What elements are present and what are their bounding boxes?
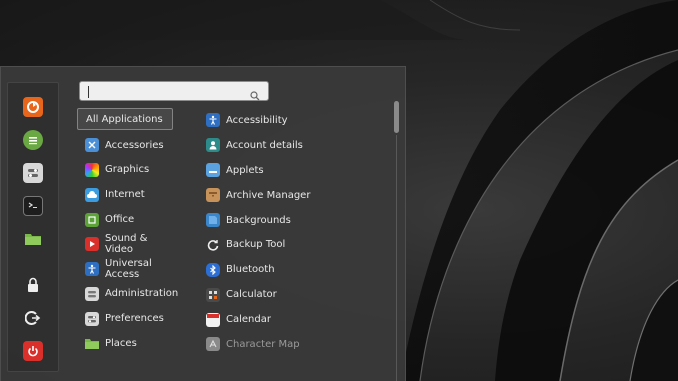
category-label: Universal Access — [105, 258, 152, 281]
sound-video-icon — [85, 237, 99, 252]
category-places[interactable]: Places — [77, 331, 177, 356]
app-label: Accessibility — [226, 114, 288, 126]
app-backup-tool[interactable]: Backup Tool — [203, 232, 393, 257]
folder-icon — [25, 234, 41, 245]
applets-icon — [206, 163, 220, 178]
search-icon — [250, 86, 260, 105]
app-accessibility[interactable]: Accessibility — [203, 108, 393, 133]
favorite-logout[interactable] — [23, 308, 43, 328]
favorite-shutdown[interactable] — [23, 341, 43, 361]
search-input[interactable] — [79, 81, 269, 101]
favorite-settings[interactable] — [23, 163, 43, 183]
category-graphics[interactable]: Graphics — [77, 158, 177, 183]
app-bluetooth[interactable]: Bluetooth — [203, 257, 393, 282]
category-administration[interactable]: Administration — [77, 282, 179, 307]
graphics-icon — [85, 162, 99, 177]
lock-icon — [28, 277, 38, 292]
preferences-icon — [85, 311, 99, 326]
office-icon — [85, 212, 99, 227]
calculator-icon — [206, 287, 220, 302]
app-label: Backgrounds — [226, 214, 291, 226]
administration-icon — [85, 286, 99, 301]
category-label: Internet — [105, 189, 145, 201]
category-label: Office — [105, 214, 135, 226]
power-icon — [28, 346, 38, 357]
category-label: All Applications — [86, 113, 163, 125]
logout-icon — [25, 311, 41, 325]
places-folder-icon — [85, 337, 99, 351]
application-list: Accessibility Account details Applets Ar… — [203, 108, 393, 357]
app-applets[interactable]: Applets — [203, 158, 393, 183]
app-backgrounds[interactable]: Backgrounds — [203, 208, 393, 233]
internet-icon — [85, 187, 99, 202]
category-sound-video[interactable]: Sound & Video — [77, 232, 177, 257]
app-label: Bluetooth — [226, 264, 275, 276]
app-label: Backup Tool — [226, 239, 286, 251]
category-label: Places — [105, 338, 137, 350]
favorite-lock-screen[interactable] — [23, 275, 43, 295]
universal-access-icon — [85, 262, 99, 277]
application-list-scrollbar[interactable] — [394, 101, 399, 381]
calendar-icon — [206, 312, 220, 327]
category-accessories[interactable]: Accessories — [77, 133, 177, 158]
category-universal-access[interactable]: Universal Access — [77, 257, 177, 282]
app-label: Calculator — [226, 289, 277, 301]
app-calculator[interactable]: Calculator — [203, 282, 393, 307]
app-label: Calendar — [226, 314, 271, 326]
accessibility-icon — [206, 113, 220, 128]
category-office[interactable]: Office — [77, 207, 177, 232]
app-label: Applets — [226, 164, 264, 176]
favorite-terminal[interactable] — [23, 196, 43, 216]
category-label: Administration — [105, 288, 179, 300]
category-list: All Applications Accessories Graphics In… — [77, 108, 179, 356]
app-label: Archive Manager — [226, 189, 311, 201]
software-manager-icon — [29, 137, 37, 145]
character-map-icon — [206, 337, 220, 352]
favorite-firefox[interactable] — [23, 97, 43, 117]
category-label: Sound & Video — [105, 233, 148, 256]
toggle-settings-icon — [28, 169, 38, 177]
app-calendar[interactable]: Calendar — [203, 307, 393, 332]
category-label: Accessories — [105, 139, 164, 151]
favorite-software-manager[interactable] — [23, 130, 43, 150]
accessories-icon — [85, 138, 99, 153]
scrollbar-track — [396, 135, 397, 381]
app-label: Account details — [226, 139, 303, 151]
category-label: Graphics — [105, 164, 150, 176]
app-character-map[interactable]: Character Map — [203, 332, 393, 357]
backup-icon — [206, 238, 220, 252]
text-caret — [88, 86, 89, 98]
bluetooth-icon — [206, 262, 220, 277]
backgrounds-icon — [206, 213, 220, 227]
account-icon — [206, 138, 220, 153]
favorites-sidebar — [7, 82, 59, 372]
terminal-icon — [28, 202, 37, 208]
category-all-applications[interactable]: All Applications — [77, 108, 173, 130]
firefox-icon — [27, 101, 39, 113]
scrollbar-thumb[interactable] — [394, 101, 399, 133]
favorite-files[interactable] — [23, 229, 43, 249]
category-label: Preferences — [105, 313, 164, 325]
category-internet[interactable]: Internet — [77, 182, 177, 207]
application-menu: All Applications Accessories Graphics In… — [0, 66, 406, 381]
category-preferences[interactable]: Preferences — [77, 306, 177, 331]
app-archive-manager[interactable]: Archive Manager — [203, 183, 393, 208]
archive-icon — [206, 188, 220, 203]
app-account-details[interactable]: Account details — [203, 133, 393, 158]
app-label: Character Map — [226, 338, 300, 350]
